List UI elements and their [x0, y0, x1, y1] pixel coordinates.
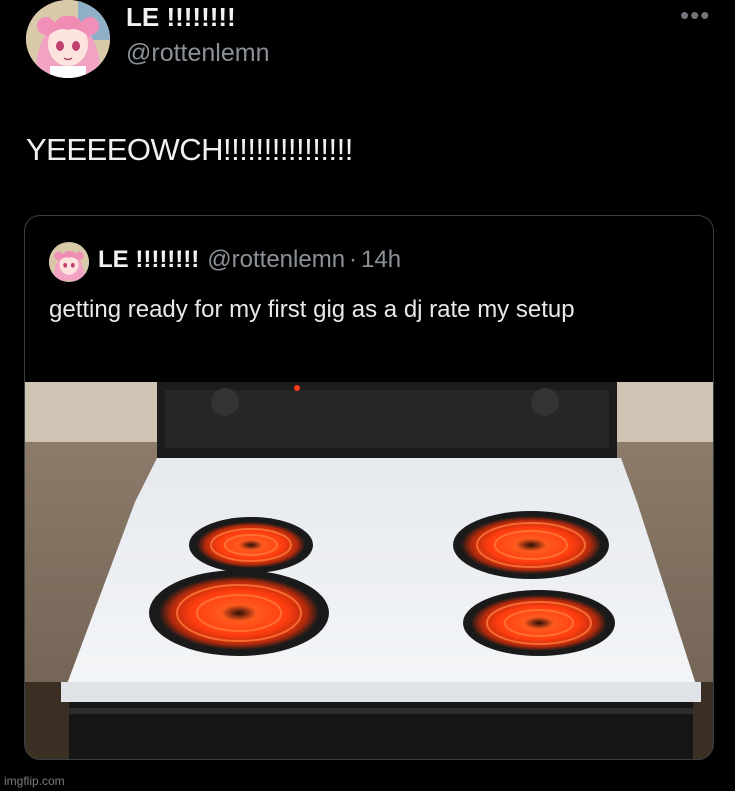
stove-with-glowing-burners-image [25, 382, 713, 759]
avatar-anime-girl-image [26, 0, 110, 78]
avatar-anime-girl-image [49, 243, 89, 281]
quoted-display-name[interactable]: LE !!!!!!!! [98, 246, 199, 273]
quoted-avatar[interactable] [49, 242, 89, 282]
quoted-tweet-card[interactable]: LE !!!!!!!! @rottenlemn · 14h getting ready… [24, 215, 714, 760]
more-horizontal-icon[interactable]: ••• [680, 2, 710, 28]
imgflip-watermark: imgflip.com [4, 774, 65, 788]
stove-photo[interactable] [25, 382, 713, 759]
separator-dot: · [349, 246, 358, 273]
quoted-timestamp[interactable]: 14h [361, 246, 401, 273]
quoted-tweet-header: LE !!!!!!!! @rottenlemn · 14h [98, 244, 401, 276]
display-name[interactable]: LE !!!!!!!! [126, 0, 236, 34]
tweet-text: YEEEEOWCH!!!!!!!!!!!!!!!! [26, 132, 353, 167]
quoted-tweet-text: getting ready for my first gig as a dj r… [49, 296, 575, 323]
avatar[interactable] [26, 0, 110, 78]
user-handle[interactable]: @rottenlemn [126, 38, 270, 68]
quoted-user-handle[interactable]: @rottenlemn [207, 246, 345, 273]
